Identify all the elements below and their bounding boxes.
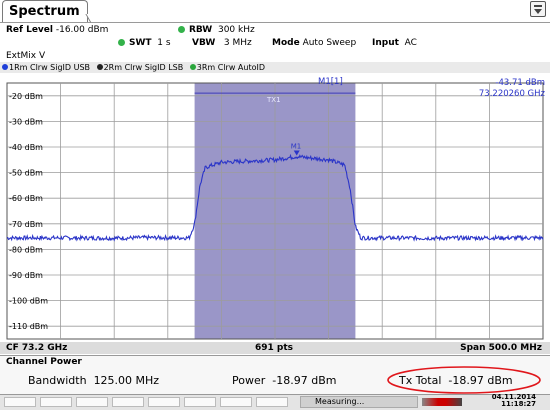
rbw-label: RBW (189, 25, 213, 35)
power-label: Power (232, 374, 266, 387)
chevron-down-icon (534, 5, 542, 14)
vbw-setting[interactable]: VBW 3 MHz (192, 38, 252, 49)
vbw-value: 3 MHz (223, 38, 252, 48)
status-field-4 (112, 397, 144, 407)
trace-2-label: 2Rm Clrw SigID LSB (103, 63, 184, 72)
status-field-1 (4, 397, 36, 407)
trace-2-dot-icon (96, 64, 103, 70)
tab-bar: Spectrum (0, 0, 550, 23)
vbw-label: VBW (192, 38, 216, 48)
frequency-span: Span 500.0 MHz (460, 343, 542, 353)
y-tick-label: -40 dBm (9, 143, 43, 152)
rbw-coupled-icon (178, 26, 185, 33)
channel-label: TX1 (266, 96, 281, 104)
marker-readout-label: M1[1] (318, 77, 343, 87)
input-value: AC (404, 38, 417, 48)
status-bar: Measuring... 04.11.2014 11:18:27 (0, 394, 550, 410)
mode-value: Auto Sweep (302, 38, 357, 48)
input-label: Input (372, 38, 399, 48)
status-field-2 (40, 397, 72, 407)
y-tick-label: -60 dBm (9, 194, 43, 203)
rbw-value: 300 kHz (217, 25, 255, 35)
status-progress-icon (422, 398, 462, 406)
power-value: -18.97 dBm (272, 374, 337, 387)
bandwidth-value: 125.00 MHz (93, 374, 160, 387)
extmix-label: ExtMix V (6, 51, 46, 61)
trace-legend: 1Rm Clrw SigID USB 2Rm Clrw SigID LSB 3R… (0, 62, 550, 73)
y-tick-label: -50 dBm (9, 169, 43, 178)
trace-1-label: 1Rm Clrw SigID USB (9, 63, 91, 72)
mode-label: Mode (272, 38, 300, 48)
y-tick-label: -100 dBm (9, 297, 48, 306)
y-tick-label: -80 dBm (9, 245, 43, 254)
window-menu-button[interactable] (530, 1, 546, 17)
center-frequency: CF 73.2 GHz (6, 343, 68, 353)
ref-level-label: Ref Level (6, 25, 53, 35)
trace-2[interactable]: 2Rm Clrw SigID LSB (93, 63, 184, 72)
channel-power-panel: Channel Power Bandwidth 125.00 MHz Power… (0, 355, 550, 394)
rbw-setting[interactable]: RBW 300 kHz (178, 25, 255, 36)
swt-value: 1 s (157, 38, 171, 48)
bandwidth-result: Bandwidth 125.00 MHz (28, 374, 159, 387)
status-field-6 (184, 397, 216, 407)
power-result: Power -18.97 dBm (232, 374, 336, 387)
y-tick-label: -110 dBm (9, 322, 48, 331)
swt-setting[interactable]: SWT 1 s (118, 38, 171, 49)
marker-readout-level: -43.71 dBm (495, 78, 545, 88)
status-field-5 (148, 397, 180, 407)
channel-power-title: Channel Power (6, 357, 82, 367)
ref-level[interactable]: Ref Level -16.00 dBm (6, 25, 108, 36)
measuring-indicator: Measuring... (300, 396, 418, 408)
trace-3-dot-icon (189, 64, 196, 70)
status-field-8 (256, 397, 288, 407)
trace-1[interactable]: 1Rm Clrw SigID USB (0, 63, 90, 72)
datetime: 04.11.2014 11:18:27 (492, 394, 536, 408)
status-field-7 (220, 397, 252, 407)
y-tick-label: -30 dBm (9, 117, 43, 126)
y-tick-label: -20 dBm (9, 92, 43, 101)
measuring-text: Measuring... (315, 397, 365, 406)
marker-m1-plot-label: M1 (291, 142, 302, 150)
tab-spectrum-label: Spectrum (9, 4, 80, 19)
status-time: 11:18:27 (501, 400, 536, 408)
swt-label: SWT (129, 38, 152, 48)
mode-setting[interactable]: Mode Auto Sweep (272, 38, 356, 49)
ref-level-value: -16.00 dBm (55, 25, 109, 35)
spectrum-plot[interactable]: -20 dBm -30 dBm -40 dBm -50 dBm -60 dBm -70 d… (0, 74, 550, 342)
bandwidth-label: Bandwidth (28, 374, 87, 387)
sweep-points: 691 pts (255, 343, 294, 353)
y-tick-label: -90 dBm (9, 271, 43, 280)
y-tick-label: -70 dBm (9, 220, 43, 229)
trace-3-label: 3Rm Clrw AutoID (196, 63, 266, 72)
input-setting[interactable]: Input AC (372, 38, 417, 49)
frequency-footer: CF 73.2 GHz 691 pts Span 500.0 MHz (0, 342, 550, 354)
trace-1-dot-icon (2, 64, 8, 70)
tab-spectrum[interactable]: Spectrum (2, 0, 88, 22)
marker-readout-frequency: 73.220260 GHz (479, 89, 546, 99)
swt-coupled-icon (118, 39, 125, 46)
status-field-3 (76, 397, 108, 407)
trace-3[interactable]: 3Rm Clrw AutoID (186, 63, 265, 72)
